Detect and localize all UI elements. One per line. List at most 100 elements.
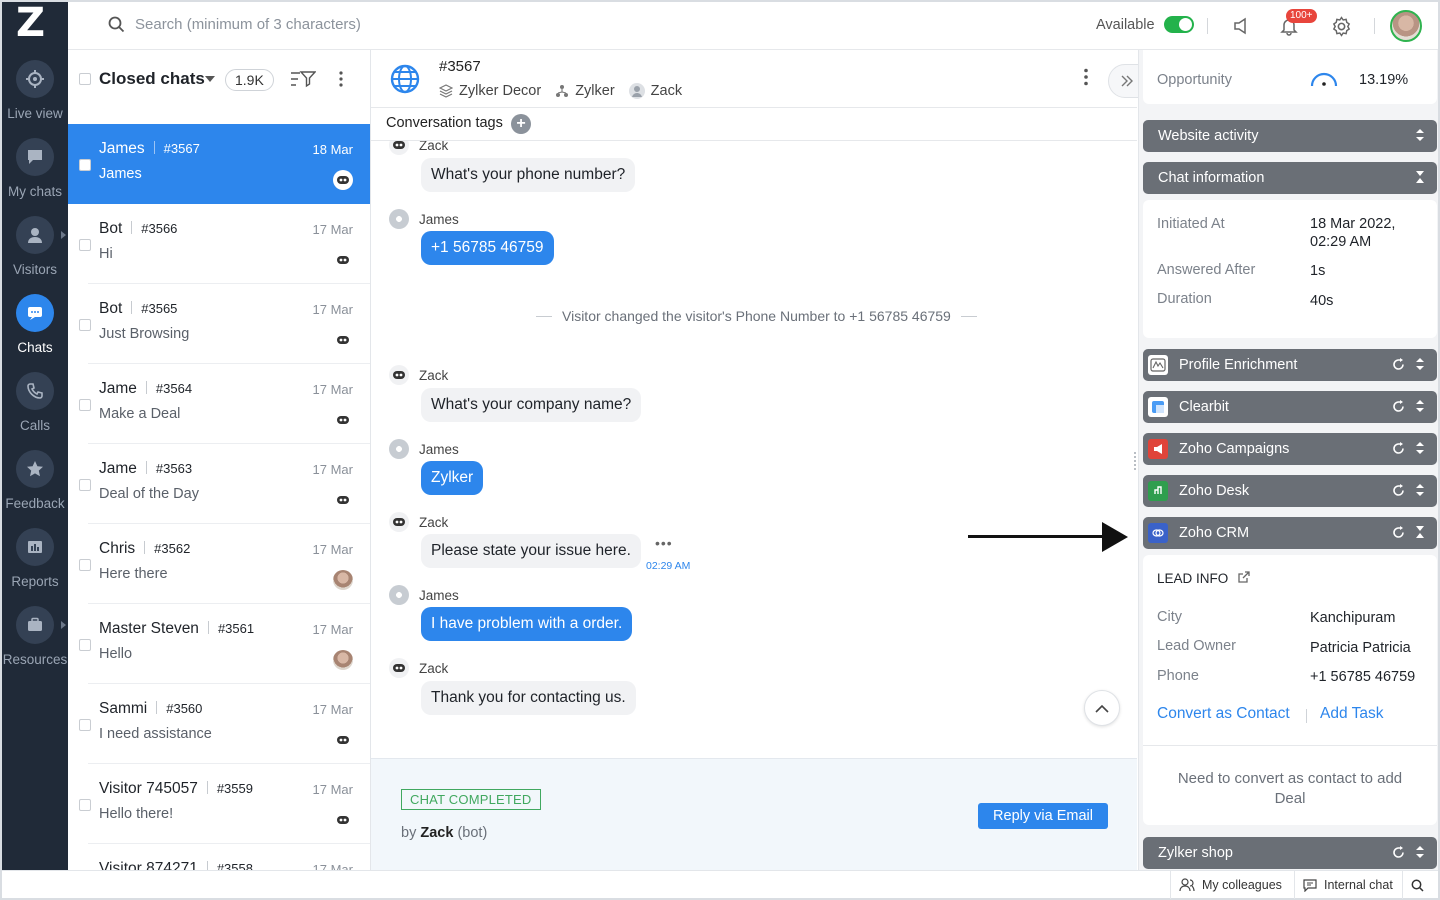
expand-caret-icon[interactable] [61, 231, 66, 239]
internal-chat-button[interactable]: Internal chat [1294, 871, 1393, 899]
add-task-link[interactable]: Add Task [1320, 705, 1383, 723]
chat-list-item[interactable]: Jame #3564 17 Mar Make a Deal [68, 364, 370, 444]
nav-calls[interactable]: Calls [2, 372, 68, 450]
zoho-campaigns-section[interactable]: Zoho Campaigns [1143, 433, 1437, 465]
zoho-desk-section[interactable]: Zoho Desk [1143, 475, 1437, 507]
row-checkbox[interactable] [79, 399, 91, 411]
external-link-icon[interactable] [1237, 571, 1250, 584]
my-colleagues-button[interactable]: My colleagues [1170, 871, 1282, 899]
website-activity-section[interactable]: Website activity [1143, 120, 1437, 152]
zoho-desk-icon [1148, 481, 1168, 501]
reply-via-email-button[interactable]: Reply via Email [978, 803, 1108, 829]
add-tag-button[interactable]: + [511, 114, 531, 134]
divider [1306, 709, 1307, 723]
chat-status-badge: CHAT COMPLETED [401, 789, 541, 810]
convert-as-contact-link[interactable]: Convert as Contact [1157, 705, 1290, 723]
chat-list-item[interactable]: Jame #3563 17 Mar Deal of the Day [68, 444, 370, 524]
collapse-icon[interactable] [1415, 525, 1425, 539]
refresh-icon[interactable] [1392, 525, 1405, 539]
profile-enrichment-section[interactable]: Profile Enrichment [1143, 349, 1437, 381]
visitor-info-panel[interactable]: Opportunity 13.19% Website activity Chat… [1138, 50, 1438, 870]
row-checkbox[interactable] [79, 719, 91, 731]
chat-list-item[interactable]: Sammi #3560 17 Mar I need assistance [68, 684, 370, 764]
expand-collapse-icon[interactable] [1415, 441, 1425, 455]
chat-list-item[interactable]: Chris #3562 17 Mar Here there [68, 524, 370, 604]
section-title: Zoho Campaigns [1179, 441, 1290, 457]
expand-collapse-icon[interactable] [1415, 128, 1425, 142]
opportunity-value: 13.19% [1359, 72, 1409, 88]
chat-list-item[interactable]: Visitor 745057 #3559 17 Mar Hello there! [68, 764, 370, 844]
nav-visitors[interactable]: Visitors [2, 216, 68, 294]
message-area[interactable]: Zack What's your phone number? James +1 … [371, 141, 1137, 758]
expand-collapse-icon[interactable] [1415, 483, 1425, 497]
message-actions-icon[interactable]: ••• [655, 535, 673, 551]
nav-resources[interactable]: Resources [2, 606, 68, 684]
nav-live-view[interactable]: Live view [2, 60, 68, 138]
refresh-icon[interactable] [1392, 483, 1405, 497]
answered-after-label: Answered After [1157, 262, 1256, 278]
department-name: Zylker [575, 83, 615, 99]
more-options-icon[interactable] [338, 71, 344, 87]
zoho-crm-section[interactable]: Zoho CRM [1143, 517, 1437, 549]
chat-title: Jame #3563 [99, 460, 192, 478]
select-all-checkbox[interactable] [79, 73, 91, 85]
chat-date: 17 Mar [312, 302, 353, 317]
speaker-icon[interactable] [1230, 14, 1254, 38]
chat-last-message: Here there [99, 566, 168, 582]
chat-list-item[interactable]: Visitor 874271 #3558 17 Mar [68, 844, 370, 870]
more-options-icon[interactable] [1083, 68, 1089, 86]
conversation-panel: #3567 Zylker Decor Zylker Zack Conversat… [371, 50, 1146, 870]
row-checkbox[interactable] [79, 479, 91, 491]
row-checkbox[interactable] [79, 159, 91, 171]
chevron-up-icon [1095, 704, 1109, 713]
row-checkbox[interactable] [79, 559, 91, 571]
expand-collapse-icon[interactable] [1415, 357, 1425, 371]
chat-id: #3561 [217, 621, 255, 636]
row-checkbox[interactable] [79, 639, 91, 651]
completed-by-prefix: by [401, 825, 417, 841]
section-title: Profile Enrichment [1179, 357, 1298, 373]
refresh-icon[interactable] [1392, 441, 1405, 455]
row-checkbox[interactable] [79, 319, 91, 331]
search-icon [108, 16, 125, 33]
panel-resize-handle[interactable] [1134, 452, 1138, 470]
availability-toggle[interactable] [1164, 16, 1194, 33]
clearbit-section[interactable]: Clearbit [1143, 391, 1437, 423]
chat-last-message: Hello there! [99, 806, 174, 822]
message-bubble: What's your phone number? [421, 158, 636, 192]
app-logo[interactable]: Z [16, 3, 56, 44]
chat-id: #3563 [155, 461, 193, 476]
row-checkbox[interactable] [79, 239, 91, 251]
briefcase-icon [16, 606, 54, 644]
expand-collapse-icon[interactable] [1415, 845, 1425, 859]
nav-feedback[interactable]: Feedback [2, 450, 68, 528]
scroll-up-button[interactable] [1084, 690, 1120, 726]
filter-icon[interactable] [290, 70, 316, 88]
chat-list-item[interactable]: Master Steven #3561 17 Mar Hello [68, 604, 370, 684]
nav-my-chats[interactable]: My chats [2, 138, 68, 216]
expand-caret-icon[interactable] [61, 621, 66, 629]
zylker-shop-section[interactable]: Zylker shop [1143, 837, 1437, 869]
chat-list-item[interactable]: Bot #3565 17 Mar Just Browsing [68, 284, 370, 364]
refresh-icon[interactable] [1392, 399, 1405, 413]
user-avatar[interactable] [1390, 10, 1422, 42]
collapse-icon[interactable] [1415, 170, 1425, 184]
bottom-search-button[interactable] [1402, 871, 1438, 899]
chat-information-section[interactable]: Chat information [1143, 162, 1437, 194]
nav-reports[interactable]: Reports [2, 528, 68, 606]
search-input[interactable]: Search (minimum of 3 characters) [108, 16, 361, 33]
chat-list-item[interactable]: Bot #3566 17 Mar Hi [68, 204, 370, 284]
chat-last-message: Hi [99, 246, 113, 262]
chevron-down-icon[interactable] [205, 76, 215, 82]
expand-collapse-icon[interactable] [1415, 399, 1425, 413]
gear-icon[interactable] [1329, 14, 1353, 38]
nav-chats[interactable]: Chats [2, 294, 68, 372]
chat-filter-dropdown[interactable]: Closed chats [99, 69, 205, 89]
chat-list-item[interactable]: James #3567 18 Mar James [68, 124, 370, 204]
refresh-icon[interactable] [1392, 357, 1405, 371]
row-checkbox[interactable] [79, 799, 91, 811]
department-icon [556, 85, 569, 97]
chat-date: 17 Mar [312, 782, 353, 797]
star-icon [16, 450, 54, 488]
refresh-icon[interactable] [1392, 845, 1405, 859]
